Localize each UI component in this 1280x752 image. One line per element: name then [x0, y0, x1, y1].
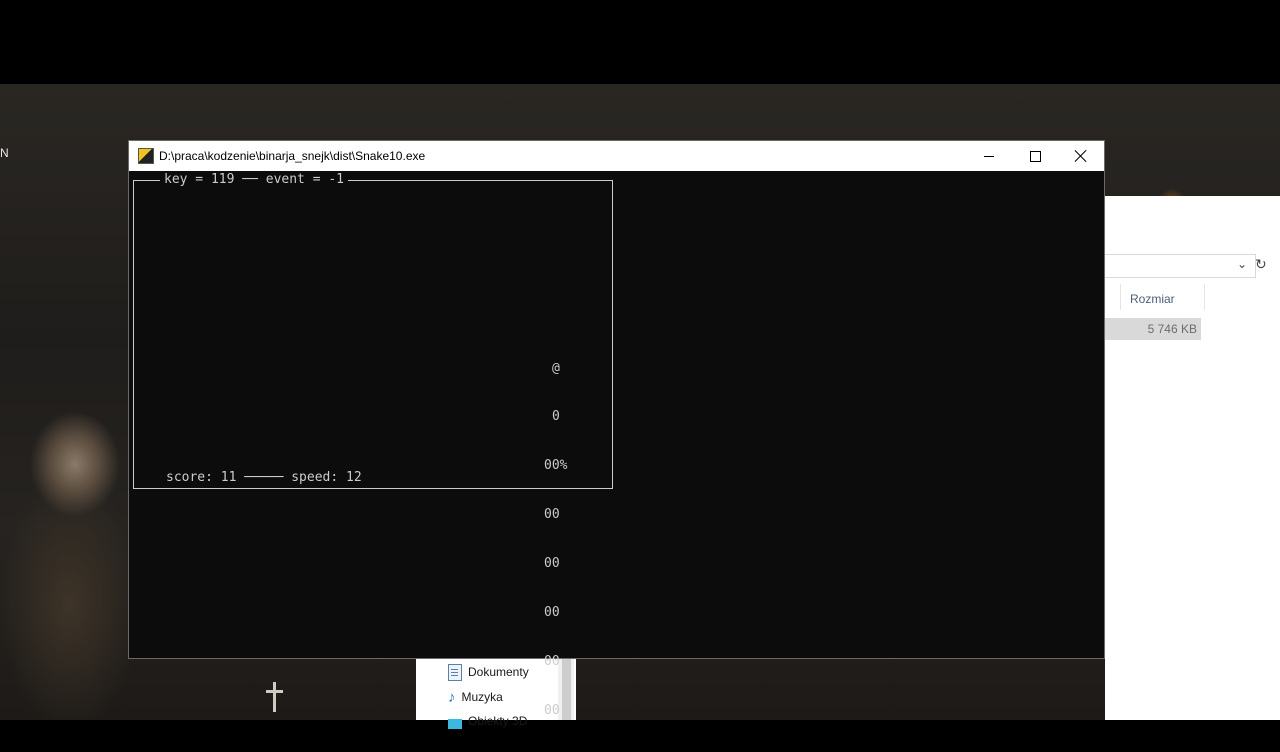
snake: @ 0 00% 00 00 00 00 00 [544, 328, 607, 752]
nav-item-obiekty-3d[interactable]: Obiekty 3D [448, 710, 527, 732]
snake-head: @ [552, 360, 560, 376]
nav-item-label: Dokumenty [468, 665, 529, 679]
python-app-icon[interactable] [138, 148, 154, 164]
cross-icon [266, 682, 283, 712]
snake-segment: 00% [544, 458, 568, 474]
column-divider[interactable] [1204, 284, 1205, 310]
maximize-button[interactable] [1012, 141, 1058, 171]
terminal-area[interactable]: key = 119 ── event = -1 @ 0 00% 00 00 00… [129, 171, 1104, 718]
maximize-icon [1029, 150, 1041, 162]
file-row-selected[interactable]: 5 746 KB [1105, 318, 1201, 340]
refresh-icon[interactable]: ↻ [1255, 256, 1267, 273]
nav-item-muzyka[interactable]: ♪ Muzyka [448, 686, 503, 708]
snake-segment: 00 [544, 702, 560, 718]
minimize-button[interactable] [966, 141, 1012, 171]
close-button[interactable] [1058, 141, 1104, 171]
close-icon [1075, 150, 1087, 162]
chevron-down-icon[interactable]: ⌄ [1237, 257, 1247, 271]
column-header-size[interactable]: Rozmiar [1130, 292, 1175, 306]
music-icon: ♪ [448, 688, 456, 706]
document-icon [448, 663, 462, 681]
address-bar[interactable] [1105, 254, 1256, 278]
window-title: D:\praca\kodzenie\binarja_snejk\dist\Sna… [159, 149, 426, 163]
score-speed-status: score: 11 ───── speed: 12 [162, 470, 366, 486]
minimize-icon [984, 155, 994, 157]
file-explorer-window: ⌄ ↻ Rozmiar 5 746 KB [1105, 196, 1280, 720]
title-bar[interactable]: D:\praca\kodzenie\binarja_snejk\dist\Sna… [129, 141, 1104, 171]
console-window: D:\praca\kodzenie\binarja_snejk\dist\Sna… [128, 140, 1105, 718]
desktop-edge-text: N [0, 146, 9, 160]
nav-item-dokumenty[interactable]: Dokumenty [448, 661, 529, 683]
column-divider[interactable] [1120, 284, 1121, 310]
snake-segment: 0 [552, 409, 560, 425]
game-board: key = 119 ── event = -1 @ 0 00% 00 00 00… [133, 172, 613, 718]
nav-item-label: Obiekty 3D [468, 714, 528, 728]
key-event-status: key = 119 ── event = -1 [160, 172, 349, 188]
snake-segment: 00 [544, 605, 560, 621]
3d-objects-icon [448, 719, 462, 729]
file-size: 5 746 KB [1147, 322, 1197, 336]
snake-segment: 00 [544, 653, 560, 669]
snake-segment: 00 [544, 507, 560, 523]
snake-segment: 00 [544, 556, 560, 572]
nav-item-label: Muzyka [461, 690, 503, 704]
